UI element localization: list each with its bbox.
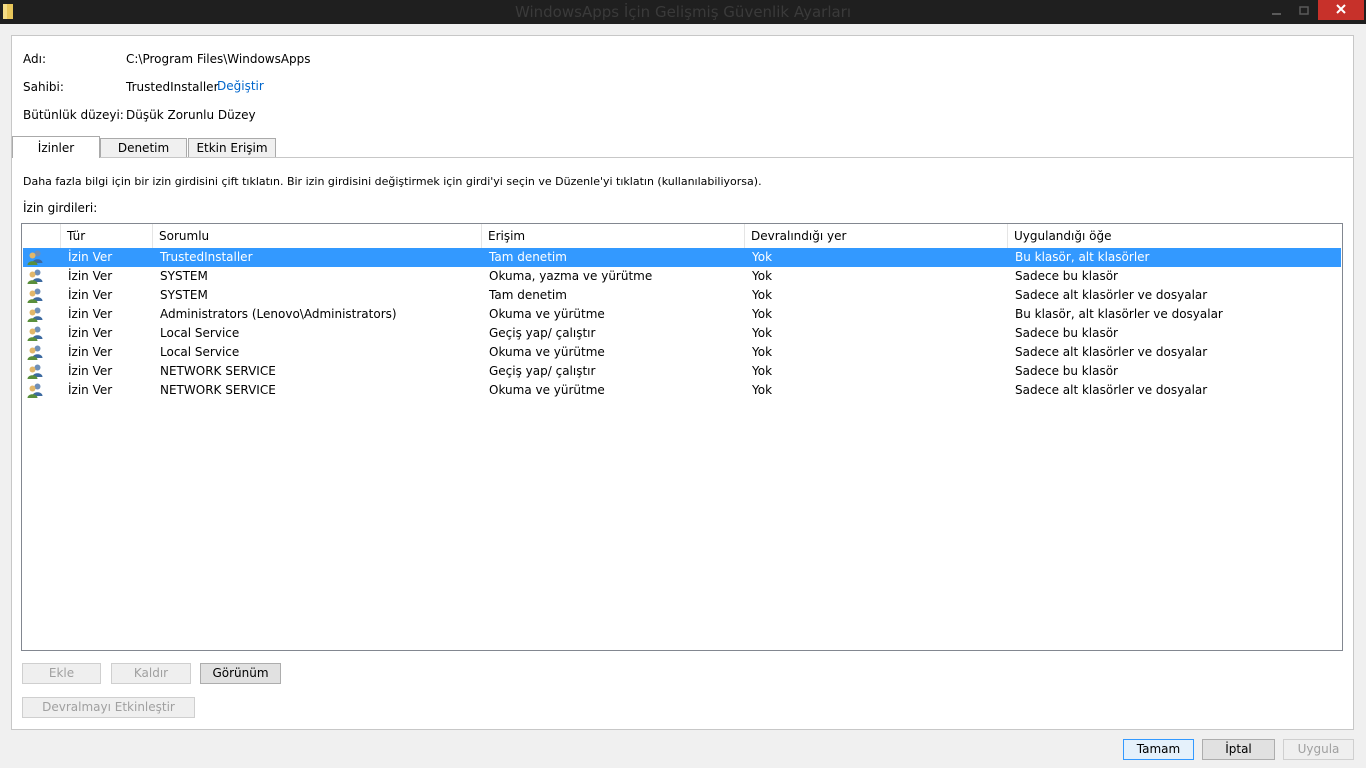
- remove-button[interactable]: Kaldır: [111, 663, 191, 684]
- entry-principal: Local Service: [160, 345, 240, 359]
- permission-entry-row[interactable]: İzin Ver Local Service Okuma ve yürütme Yok…: [23, 343, 1341, 362]
- user-group-icon: [27, 383, 43, 398]
- list-header: Tür Sorumlu Erişim Devralındığı yer Uygu…: [22, 224, 1342, 248]
- integrity-value: Düşük Zorunlu Düzey: [126, 108, 256, 122]
- column-header-icon[interactable]: [22, 224, 60, 248]
- user-group-icon: [27, 269, 43, 284]
- entry-access: Okuma ve yürütme: [489, 383, 605, 397]
- entry-type: İzin Ver: [68, 250, 113, 264]
- entry-inherited: Yok: [752, 345, 773, 359]
- entry-applies: Bu klasör, alt klasörler: [1015, 250, 1150, 264]
- entry-principal: TrustedInstaller: [160, 250, 253, 264]
- entry-principal: NETWORK SERVICE: [160, 364, 276, 378]
- entry-access: Okuma ve yürütme: [489, 307, 605, 321]
- tab-auditing[interactable]: Denetim: [100, 138, 187, 157]
- name-value: C:\Program Files\WindowsApps: [126, 52, 311, 66]
- entry-inherited: Yok: [752, 364, 773, 378]
- cancel-button[interactable]: İptal: [1202, 739, 1275, 760]
- permission-entry-row[interactable]: İzin Ver Local Service Geçiş yap/ çalıştır…: [23, 324, 1341, 343]
- title-bar: WindowsApps İçin Gelişmiş Güvenlik Ayarl…: [0, 0, 1366, 24]
- entry-applies: Sadece alt klasörler ve dosyalar: [1015, 288, 1208, 302]
- entry-applies: Sadece bu klasör: [1015, 326, 1118, 340]
- entry-access: Geçiş yap/ çalıştır: [489, 364, 596, 378]
- entry-inherited: Yok: [752, 383, 773, 397]
- entry-applies: Sadece bu klasör: [1015, 364, 1118, 378]
- entry-inherited: Yok: [752, 269, 773, 283]
- permission-entry-row[interactable]: İzin Ver SYSTEM Okuma, yazma ve yürütme Yok…: [23, 267, 1341, 286]
- tab-permissions[interactable]: İzinler: [12, 136, 100, 158]
- owner-value: TrustedInstaller: [126, 80, 219, 94]
- view-button[interactable]: Görünüm: [200, 663, 281, 684]
- entry-type: İzin Ver: [68, 269, 113, 283]
- entry-access: Tam denetim: [489, 288, 567, 302]
- entry-inherited: Yok: [752, 307, 773, 321]
- enable-inheritance-button[interactable]: Devralmayı Etkinleştir: [22, 697, 195, 718]
- permission-entries-label: İzin girdileri:: [23, 201, 98, 215]
- permission-entry-row[interactable]: İzin Ver SYSTEM Tam denetim Yok Sadece alt k…: [23, 286, 1341, 305]
- user-group-icon: [27, 326, 43, 341]
- permissions-description: Daha fazla bilgi için bir izin girdisini…: [23, 175, 762, 188]
- entry-type: İzin Ver: [68, 288, 113, 302]
- column-header-type[interactable]: Tür: [60, 224, 152, 248]
- window-title: WindowsApps İçin Gelişmiş Güvenlik Ayarl…: [514, 3, 852, 21]
- tab-effective-access[interactable]: Etkin Erişim: [188, 138, 276, 157]
- user-group-icon: [27, 250, 43, 265]
- entry-access: Okuma, yazma ve yürütme: [489, 269, 653, 283]
- column-header-access[interactable]: Erişim: [481, 224, 744, 248]
- user-group-icon: [27, 364, 43, 379]
- entry-applies: Sadece bu klasör: [1015, 269, 1118, 283]
- entry-principal: NETWORK SERVICE: [160, 383, 276, 397]
- close-button[interactable]: [1318, 0, 1364, 20]
- column-header-inherited-from[interactable]: Devralındığı yer: [744, 224, 1007, 248]
- entry-inherited: Yok: [752, 326, 773, 340]
- entry-type: İzin Ver: [68, 307, 113, 321]
- user-group-icon: [27, 307, 43, 322]
- entry-access: Tam denetim: [489, 250, 567, 264]
- column-header-applies-to[interactable]: Uygulandığı öğe: [1007, 224, 1342, 248]
- change-owner-link[interactable]: Değiştir: [217, 79, 264, 93]
- close-icon: [1336, 4, 1346, 14]
- owner-label: Sahibi:: [23, 80, 64, 94]
- column-header-principal[interactable]: Sorumlu: [152, 224, 481, 248]
- maximize-button[interactable]: [1291, 2, 1317, 20]
- entry-type: İzin Ver: [68, 364, 113, 378]
- entry-inherited: Yok: [752, 250, 773, 264]
- add-button[interactable]: Ekle: [22, 663, 101, 684]
- entry-principal: SYSTEM: [160, 288, 208, 302]
- permission-entries-list[interactable]: Tür Sorumlu Erişim Devralındığı yer Uygu…: [21, 223, 1343, 651]
- minimize-button[interactable]: [1264, 2, 1290, 20]
- entry-type: İzin Ver: [68, 326, 113, 340]
- entry-applies: Bu klasör, alt klasörler ve dosyalar: [1015, 307, 1223, 321]
- permission-entry-row[interactable]: İzin Ver TrustedInstaller Tam denetim Yok Bu…: [23, 248, 1341, 267]
- entry-type: İzin Ver: [68, 345, 113, 359]
- permission-entry-row[interactable]: İzin Ver NETWORK SERVICE Geçiş yap/ çalışt…: [23, 362, 1341, 381]
- permission-entry-row[interactable]: İzin Ver NETWORK SERVICE Okuma ve yürütme Y…: [23, 381, 1341, 400]
- entry-type: İzin Ver: [68, 383, 113, 397]
- integrity-label: Bütünlük düzeyi:: [23, 108, 124, 122]
- permission-entry-row[interactable]: İzin Ver Administrators (Lenovo\Administr…: [23, 305, 1341, 324]
- user-group-icon: [27, 288, 43, 303]
- ok-button[interactable]: Tamam: [1123, 739, 1194, 760]
- entry-principal: Administrators (Lenovo\Administrators): [160, 307, 397, 321]
- tab-strip-line: [12, 157, 1353, 158]
- user-group-icon: [27, 345, 43, 360]
- entry-access: Okuma ve yürütme: [489, 345, 605, 359]
- entry-principal: SYSTEM: [160, 269, 208, 283]
- name-label: Adı:: [23, 52, 46, 66]
- entry-principal: Local Service: [160, 326, 240, 340]
- entry-inherited: Yok: [752, 288, 773, 302]
- entry-applies: Sadece alt klasörler ve dosyalar: [1015, 345, 1208, 359]
- apply-button[interactable]: Uygula: [1283, 739, 1354, 760]
- entry-access: Geçiş yap/ çalıştır: [489, 326, 596, 340]
- entry-applies: Sadece alt klasörler ve dosyalar: [1015, 383, 1208, 397]
